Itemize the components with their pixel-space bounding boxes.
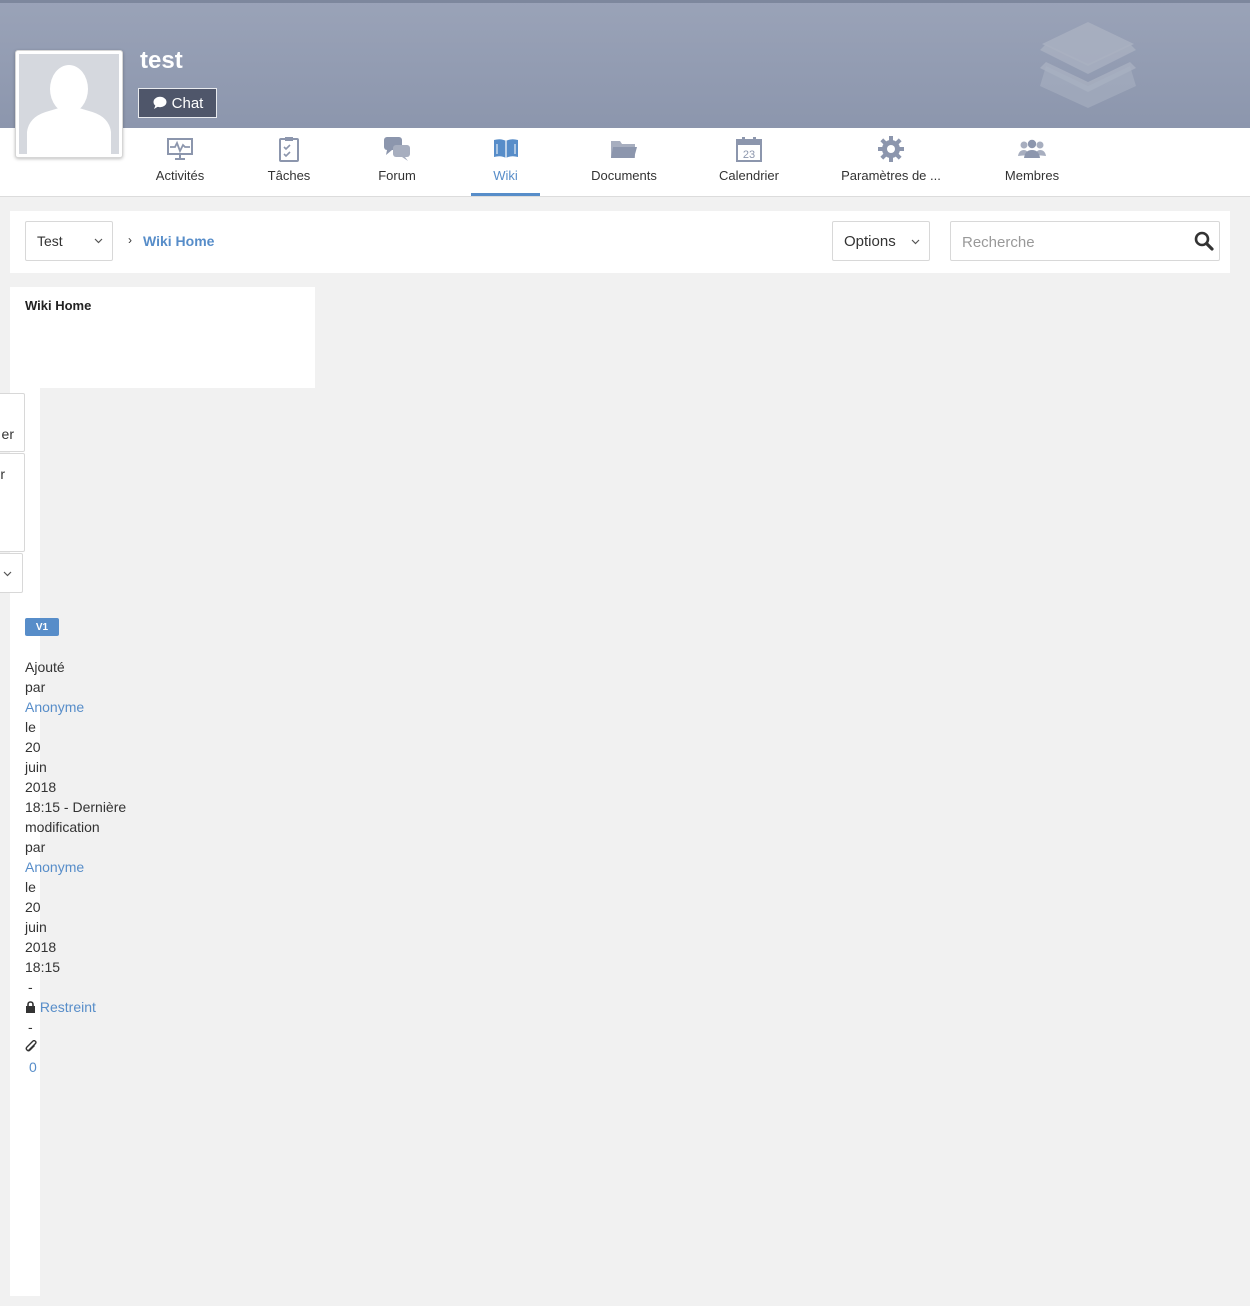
meta-text: par — [25, 839, 46, 855]
restriction-link[interactable]: Restreint — [25, 997, 145, 1017]
chat-button-label: Chat — [171, 94, 204, 112]
meta-text: modification — [25, 819, 100, 835]
tab-label: Membres — [1004, 168, 1060, 183]
wiki-tree-panel: Wiki Home — [10, 287, 315, 388]
tab-documents[interactable]: Documents — [584, 128, 664, 196]
version-badge[interactable]: V1 — [25, 618, 59, 636]
clipped-dropdown[interactable] — [0, 553, 23, 593]
tab-taches[interactable]: Tâches — [254, 128, 324, 196]
search-icon[interactable] — [1194, 231, 1214, 251]
space-avatar[interactable] — [15, 50, 123, 158]
tab-activites[interactable]: Activités — [144, 128, 216, 196]
options-label: Options — [844, 232, 896, 250]
tab-forum[interactable]: Forum — [364, 128, 430, 196]
chat-bubble-icon — [153, 96, 167, 109]
meta-text: 18:15 — [25, 959, 61, 975]
tasks-icon — [279, 137, 299, 162]
active-tab-indicator — [471, 193, 540, 196]
author-link[interactable]: Anonyme — [25, 697, 145, 717]
calendar-icon: 23 — [736, 137, 762, 162]
attachment-icon-row[interactable] — [25, 1037, 145, 1057]
clipped-action-button-1[interactable]: er — [0, 393, 25, 452]
meta-separator: - — [28, 979, 33, 995]
meta-text: juin — [25, 759, 47, 775]
tab-label: Paramètres de ... — [841, 168, 941, 183]
wiki-toolbar: Test › Wiki Home Options — [10, 211, 1230, 273]
breadcrumb-separator: › — [128, 233, 132, 247]
tab-calendrier[interactable]: 23 Calendrier — [711, 128, 787, 196]
paperclip-icon — [25, 1039, 37, 1052]
meta-text: 2018 — [25, 779, 57, 795]
search-input[interactable] — [951, 222, 1199, 262]
tab-label: Wiki — [493, 168, 518, 183]
tab-label: Tâches — [267, 168, 311, 183]
search-box — [950, 221, 1220, 262]
clipped-action-button-2[interactable]: r — [0, 453, 25, 552]
tab-label: Documents — [591, 168, 657, 183]
tab-parametres[interactable]: Paramètres de ... — [839, 128, 943, 196]
chat-button[interactable]: Chat — [138, 88, 217, 118]
wiki-book-icon — [493, 139, 518, 158]
breadcrumb-current-page[interactable]: Wiki Home — [143, 233, 214, 249]
gear-icon — [878, 136, 904, 162]
meta-text: 2018 — [25, 939, 57, 955]
activity-icon — [167, 138, 193, 160]
restriction-label[interactable]: Restreint — [40, 999, 96, 1015]
tab-label: Forum — [378, 168, 416, 183]
wiki-space-select-value: Test — [37, 233, 63, 249]
page-info: Ajouté par Anonyme le 20 juin 2018 18:15… — [25, 657, 145, 1077]
tab-membres[interactable]: Membres — [998, 128, 1066, 196]
chevron-down-icon — [3, 571, 12, 577]
meta-text: Ajouté — [25, 659, 65, 675]
space-title: test — [140, 47, 183, 74]
space-navbar: Activités Tâches Forum Wiki Documents 23… — [0, 128, 1250, 197]
members-icon — [1018, 139, 1046, 158]
banner-top-shadow — [0, 0, 1250, 3]
meta-text: 20 — [25, 899, 41, 915]
avatar-placeholder-icon — [19, 54, 119, 154]
author-link[interactable]: Anonyme — [25, 857, 145, 877]
meta-text: le — [25, 879, 36, 895]
chevron-down-icon — [94, 238, 103, 244]
meta-text: juin — [25, 919, 47, 935]
meta-text: 20 — [25, 739, 41, 755]
wiki-space-select[interactable]: Test — [25, 221, 113, 261]
meta-text: le — [25, 719, 36, 735]
attachments-count[interactable]: 0 — [25, 1057, 145, 1077]
tab-label: Activités — [155, 168, 205, 183]
tab-label: Calendrier — [719, 168, 779, 183]
calendar-day-number: 23 — [743, 149, 755, 161]
meta-text: par — [25, 679, 46, 695]
chevron-down-icon — [911, 239, 920, 245]
tab-wiki[interactable]: Wiki — [471, 128, 540, 196]
meta-text: 18:15 - Dernière — [25, 799, 127, 815]
clipped-button-label: er — [1, 426, 14, 442]
lock-icon — [26, 1001, 35, 1013]
clipped-button-label: r — [0, 466, 5, 482]
folder-icon — [611, 141, 637, 158]
layers-logo-icon — [1040, 22, 1136, 108]
meta-separator: - — [28, 1019, 33, 1035]
tree-item-wiki-home[interactable]: Wiki Home — [25, 298, 91, 313]
options-dropdown[interactable]: Options — [832, 221, 930, 261]
forum-icon — [384, 137, 410, 161]
